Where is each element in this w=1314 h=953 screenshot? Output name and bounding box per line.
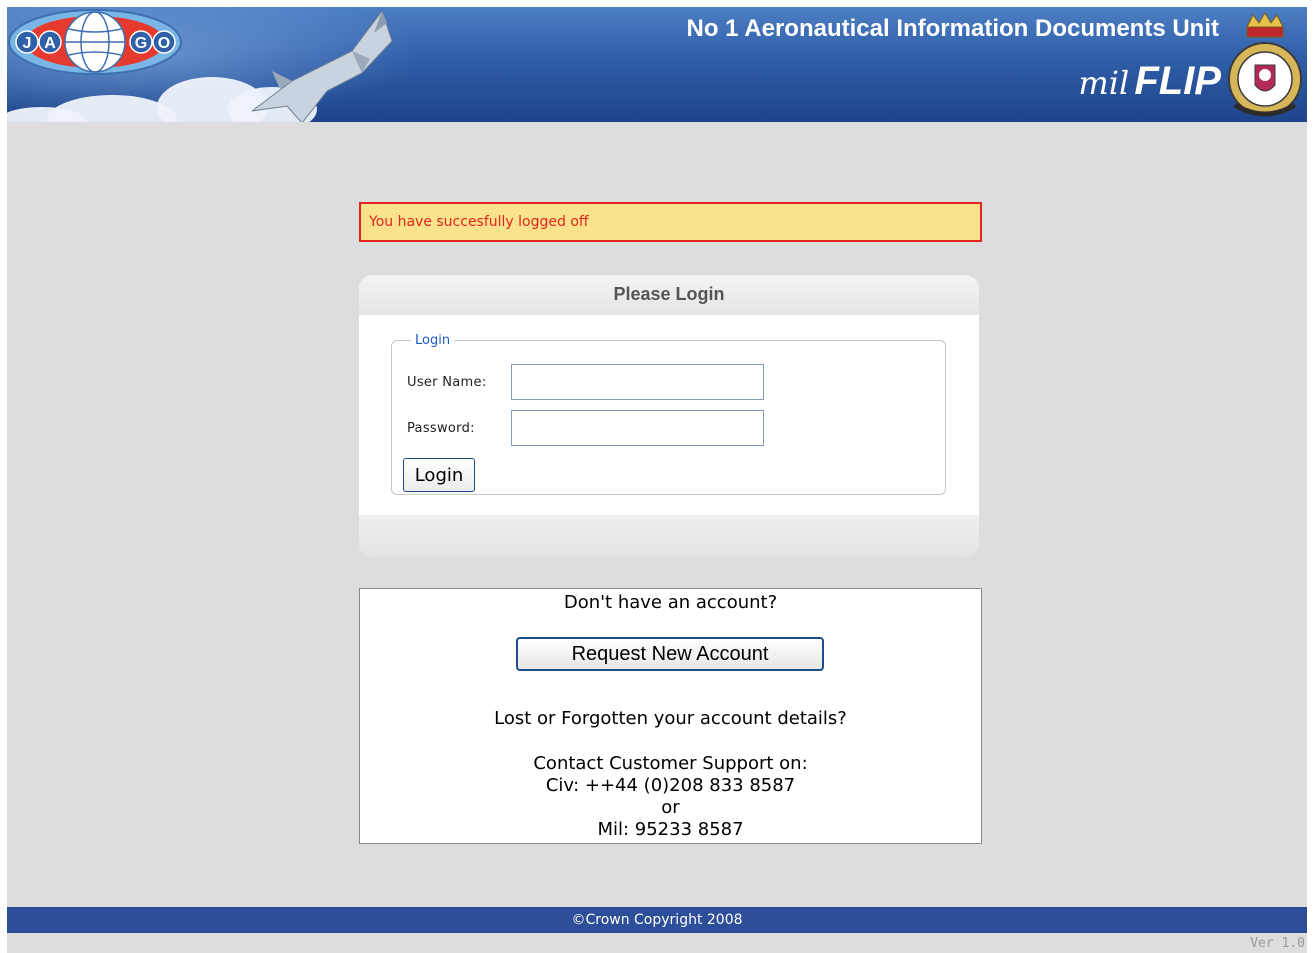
login-panel-footer: [359, 515, 979, 557]
login-button[interactable]: Login: [403, 458, 475, 492]
request-new-account-button[interactable]: Request New Account: [516, 637, 824, 671]
copyright-footer: ©Crown Copyright 2008: [7, 907, 1307, 933]
logo-letter: O: [158, 35, 170, 52]
username-row: User Name:: [407, 364, 764, 400]
login-fieldset-legend: Login: [415, 333, 451, 348]
civ-phone: Civ: ++44 (0)208 833 8587: [545, 775, 796, 796]
logo-letter: G: [135, 35, 147, 52]
account-info-box: Don't have an account? Request New Accou…: [359, 588, 982, 844]
squadron-crest-icon: [1228, 13, 1302, 117]
header-banner: J A G O No 1 Aeronautical Information Do…: [7, 7, 1307, 122]
or-text: or: [661, 797, 680, 818]
logout-message: You have succesfully logged off: [359, 202, 982, 242]
logo-letter: J: [23, 35, 32, 52]
password-row: Password:: [407, 410, 764, 446]
login-panel: Please Login Login User Name: Password: …: [359, 275, 979, 557]
no-account-text: Don't have an account?: [563, 592, 778, 613]
brand-name: FLIP: [1134, 59, 1221, 103]
lost-details-text: Lost or Forgotten your account details?: [494, 708, 847, 729]
brand-prefix: mil: [1078, 64, 1130, 102]
username-input[interactable]: [511, 364, 764, 400]
jago-logo[interactable]: J A G O: [7, 7, 192, 77]
unit-title: No 1 Aeronautical Information Documents …: [686, 15, 1220, 42]
login-fieldset: Login User Name: Password: Login: [391, 333, 946, 495]
page-background: J A G O No 1 Aeronautical Information Do…: [7, 7, 1307, 953]
contact-heading: Contact Customer Support on:: [533, 753, 808, 774]
version-label: Ver 1.0: [1250, 936, 1305, 951]
mil-phone: Mil: 95233 8587: [597, 819, 744, 840]
fighter-jet-image: [251, 11, 393, 122]
password-input[interactable]: [511, 410, 764, 446]
username-label: User Name:: [407, 374, 487, 390]
logo-letter: A: [44, 35, 56, 52]
milflip-brand: mil FLIP: [1078, 59, 1221, 104]
login-panel-title: Please Login: [359, 275, 979, 315]
password-label: Password:: [407, 420, 475, 436]
